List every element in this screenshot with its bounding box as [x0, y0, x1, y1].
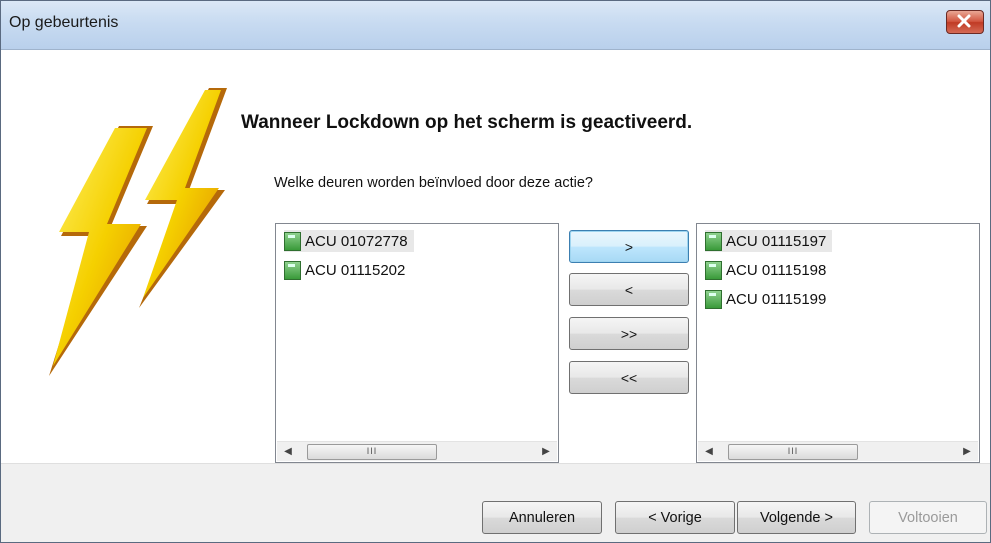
device-icon	[705, 231, 722, 251]
previous-button[interactable]: < Vorige	[615, 501, 735, 534]
list-item[interactable]: ACU 01115202	[284, 259, 405, 281]
list-item[interactable]: ACU 01115199	[705, 288, 826, 310]
selected-doors-list[interactable]: ACU 01115197 ACU 01115198 ACU 01115199 ◀…	[696, 223, 980, 463]
close-icon	[957, 14, 971, 28]
add-all-button[interactable]: >>	[569, 317, 689, 350]
list-item-label: ACU 01115197	[726, 232, 827, 250]
list-item-label: ACU 01115198	[726, 261, 827, 279]
horizontal-scrollbar[interactable]: ◀ III ▶	[698, 441, 978, 461]
remove-all-button[interactable]: <<	[569, 361, 689, 394]
cancel-button[interactable]: Annuleren	[482, 501, 602, 534]
add-button[interactable]: >	[569, 230, 689, 263]
available-doors-list[interactable]: ACU 01072778 ACU 01115202 ◀ III ▶	[275, 223, 559, 463]
list-item-label: ACU 01115202	[305, 261, 406, 279]
scroll-right-icon[interactable]: ▶	[539, 445, 553, 459]
device-icon	[705, 260, 722, 280]
button-bar: Annuleren < Vorige Volgende > Voltooien	[1, 463, 990, 542]
scroll-right-icon[interactable]: ▶	[960, 445, 974, 459]
list-item-label: ACU 01115199	[726, 290, 827, 308]
list-item[interactable]: ACU 01072778	[284, 230, 414, 252]
list-item-label: ACU 01072778	[305, 232, 408, 250]
horizontal-scrollbar[interactable]: ◀ III ▶	[277, 441, 557, 461]
list-item[interactable]: ACU 01115198	[705, 259, 826, 281]
dialog-window: Op gebeurtenis Wanneer Lockdown op het s…	[0, 0, 991, 543]
device-icon	[705, 289, 722, 309]
scroll-thumb[interactable]: III	[307, 444, 437, 460]
window-title: Op gebeurtenis	[9, 14, 119, 31]
lightning-bolt-icon	[49, 88, 227, 376]
title-bar: Op gebeurtenis	[1, 1, 990, 50]
question-label: Welke deuren worden beïnvloed door deze …	[274, 175, 593, 191]
close-button[interactable]	[946, 10, 984, 34]
next-button[interactable]: Volgende >	[737, 501, 856, 534]
scroll-left-icon[interactable]: ◀	[281, 445, 295, 459]
remove-button[interactable]: <	[569, 273, 689, 306]
step-heading: Wanneer Lockdown op het scherm is geacti…	[241, 112, 693, 133]
scroll-left-icon[interactable]: ◀	[702, 445, 716, 459]
device-icon	[284, 231, 301, 251]
scroll-thumb[interactable]: III	[728, 444, 858, 460]
finish-button[interactable]: Voltooien	[869, 501, 987, 534]
device-icon	[284, 260, 301, 280]
list-item[interactable]: ACU 01115197	[705, 230, 833, 252]
